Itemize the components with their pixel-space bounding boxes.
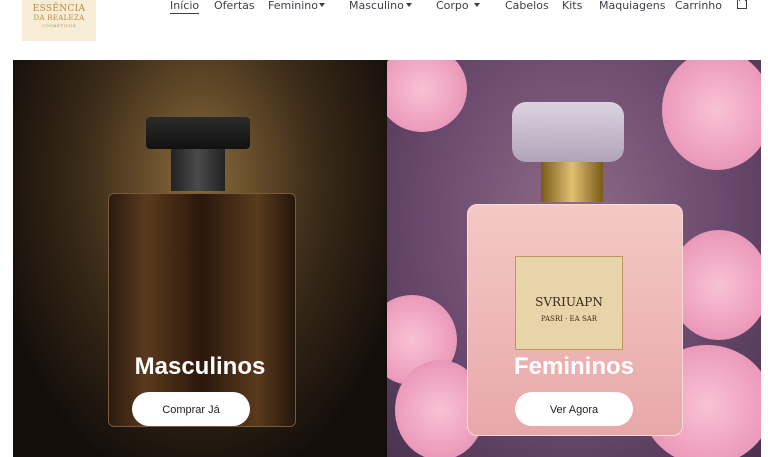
flower-decoration [662,60,761,170]
ver-agora-button[interactable]: Ver Agora [515,392,633,426]
nav-item-feminino[interactable]: Feminino [268,0,318,12]
nav-item-kits[interactable]: Kits [562,0,582,12]
shopping-bag-icon[interactable] [737,0,747,9]
perfume-cap [512,102,624,162]
chevron-down-icon[interactable] [319,3,325,7]
banner-masculinos[interactable]: Masculinos Comprar Já [13,60,387,457]
brand-line-2: DA REALEZA [33,14,85,22]
banner-title-femininos: Femininos [513,353,634,380]
bottle-label: SVRIUAPN PASRI · EA SAR [515,256,623,350]
nav-item-masculino[interactable]: Masculino [349,0,404,12]
nav-item-cabelos[interactable]: Cabelos [505,0,549,12]
comprar-ja-button[interactable]: Comprar Já [132,392,250,426]
nav-item-inicio[interactable]: Início [170,0,200,14]
chevron-down-icon[interactable] [474,3,480,7]
nav-item-ofertas[interactable]: Ofertas [214,0,255,12]
chevron-down-icon[interactable] [406,3,412,7]
brand-line-1: ESSÊNCIA [32,4,86,14]
nav-item-corpo[interactable]: Corpo [436,0,469,12]
bottle-label-text: SVRIUAPN [535,295,603,309]
brand-logo[interactable]: ESSÊNCIA DA REALEZA COSMÉTICOS [22,0,96,41]
nav-item-maquiagens[interactable]: Maquiagens [599,0,665,12]
perfume-neck [171,149,225,191]
perfume-neck [541,162,603,202]
banner-femininos[interactable]: SVRIUAPN PASRI · EA SAR Femininos Ver Ag… [387,60,761,457]
banner-title-masculinos: Masculinos [134,353,266,380]
flower-decoration [387,60,467,132]
nav-item-carrinho[interactable]: Carrinho [675,0,722,12]
site-header: ESSÊNCIA DA REALEZA COSMÉTICOS Início Of… [0,0,768,60]
bottle-label-subtext: PASRI · EA SAR [540,315,598,323]
brand-line-3: COSMÉTICOS [41,23,77,28]
perfume-cap [146,117,250,149]
